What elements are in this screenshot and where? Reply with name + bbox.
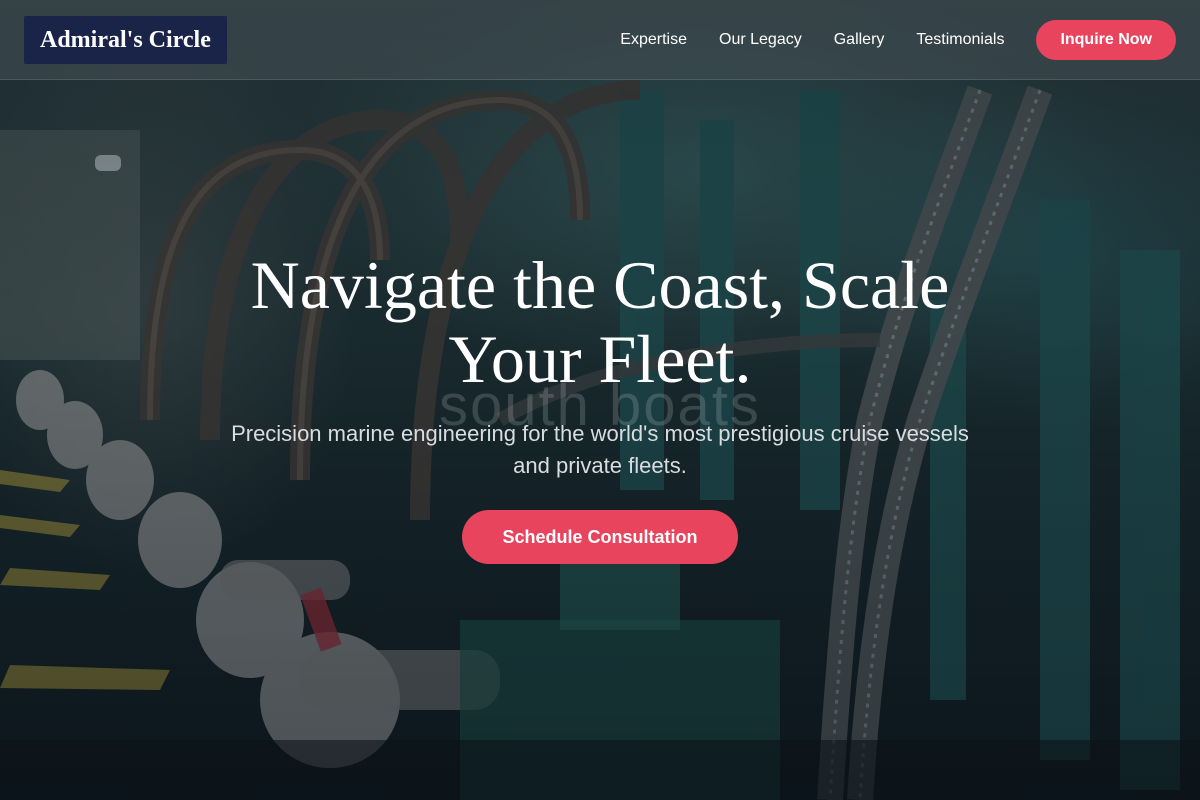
schedule-consultation-button[interactable]: Schedule Consultation [462,510,738,564]
hero-section: Admiral's Circle Expertise Our Legacy Ga… [0,0,1200,800]
site-logo[interactable]: Admiral's Circle [24,16,227,64]
nav-link-our-legacy[interactable]: Our Legacy [719,20,802,60]
nav-link-expertise[interactable]: Expertise [620,20,687,60]
top-navbar: Admiral's Circle Expertise Our Legacy Ga… [0,0,1200,80]
nav-link-testimonials[interactable]: Testimonials [916,20,1004,60]
nav-links: Expertise Our Legacy Gallery Testimonial… [620,20,1176,60]
inquire-now-button[interactable]: Inquire Now [1036,20,1176,60]
hero-subtitle: Precision marine engineering for the wor… [231,421,969,478]
hero-title: Navigate the Coast, Scale Your Fleet. [250,247,950,397]
hero-content: south boats Navigate the Coast, Scale Yo… [0,248,1200,564]
nav-link-gallery[interactable]: Gallery [834,20,885,60]
